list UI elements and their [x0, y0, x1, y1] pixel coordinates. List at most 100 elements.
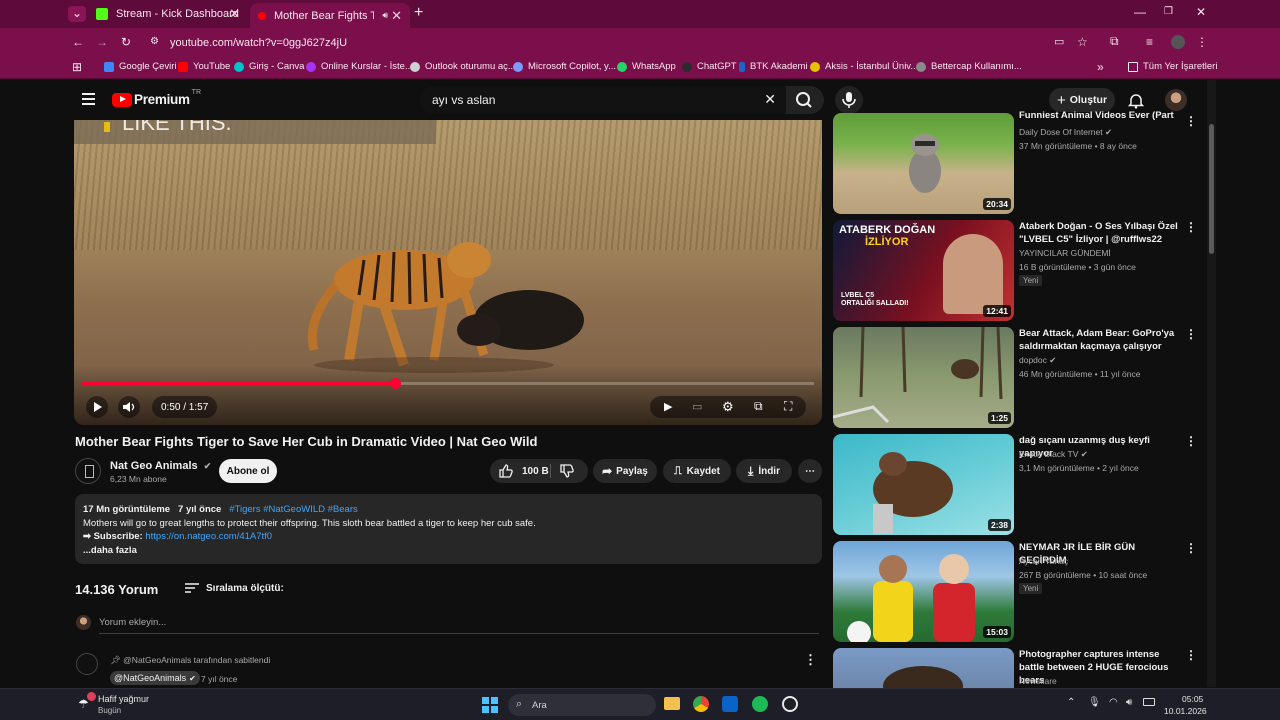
chrome-menu-icon[interactable]: ⋮ [1196, 35, 1208, 49]
close-icon[interactable]: ✕ [229, 6, 240, 22]
more-vert-icon[interactable]: ⋮ [1185, 114, 1197, 128]
channel-avatar[interactable] [75, 458, 101, 484]
recommendation-channel[interactable]: Exotic Black TV ✔ [1019, 449, 1088, 460]
back-icon[interactable]: ← [72, 35, 84, 49]
show-more-link[interactable]: ...daha fazla [83, 544, 814, 558]
windows-start-icon[interactable] [482, 697, 498, 713]
restore-icon[interactable]: ❐ [1164, 6, 1173, 17]
app-taskbar-icon[interactable] [782, 696, 798, 712]
close-icon[interactable]: ✕ [391, 8, 402, 24]
comment-author-avatar[interactable] [76, 653, 98, 675]
bookmark-google-translate[interactable]: Google Çeviri [104, 61, 177, 72]
more-vert-icon[interactable]: ⋮ [1185, 220, 1197, 234]
share-button[interactable]: ➦ Paylaş [593, 459, 657, 483]
progress-scrubber-handle[interactable] [389, 378, 401, 389]
sort-comments-button[interactable]: Sıralama ölçütü: [184, 582, 284, 594]
outlook-taskbar-icon[interactable] [722, 696, 738, 712]
recommendation-channel[interactable]: YAYINCILAR GÜNDEMİ [1019, 248, 1111, 258]
tray-overflow-icon[interactable]: ⌃ [1067, 697, 1075, 708]
scrollbar-thumb[interactable] [1209, 124, 1214, 254]
window-close-icon[interactable]: ✕ [1196, 5, 1206, 19]
wifi-icon[interactable]: ◠ [1109, 697, 1118, 708]
reload-icon[interactable]: ↻ [121, 35, 131, 49]
all-bookmarks-folder[interactable]: Tüm Yer İşaretleri [1128, 61, 1217, 72]
autoplay-toggle-icon[interactable]: ▶︎ [664, 400, 672, 413]
tab-youtube-video[interactable]: Mother Bear Fights Tiger to 🔊︎ ✕ [250, 3, 410, 28]
video-player[interactable]: LIKE THIS. 0:50 / 1:57 ▶︎ ▭ ⚙ ⧉ ⛶ [74, 120, 822, 425]
recommendation-channel[interactable]: Newsflare [1019, 676, 1057, 686]
bookmark-canva[interactable]: Giriş - Canva [234, 61, 304, 72]
bookmark-star-icon[interactable]: ☆ [1077, 35, 1088, 49]
recommendation-title[interactable]: Funniest Animal Videos Ever (Part 1) [1019, 109, 1179, 121]
recommendation-channel[interactable]: Aycan Yanaç [1019, 556, 1068, 566]
more-vert-icon[interactable]: ⋮ [1185, 327, 1197, 341]
search-input[interactable]: ayı vs aslan ✕ [420, 86, 790, 114]
subscribe-button[interactable]: Abone ol [219, 459, 277, 483]
recommendation-title[interactable]: Bear Attack, Adam Bear: GoPro'ya saldırm… [1019, 327, 1179, 353]
account-avatar[interactable] [1165, 89, 1187, 111]
forward-icon[interactable]: → [96, 35, 108, 49]
recommendation-channel[interactable]: dopdoc ✔ [1019, 355, 1056, 366]
settings-gear-icon[interactable]: ⚙ [722, 399, 734, 415]
mic-tray-icon[interactable]: 🎙︎ [1088, 697, 1101, 708]
bookmark-youtube[interactable]: YouTube [178, 61, 230, 72]
channel-name[interactable]: Nat Geo Animals ✔ [110, 460, 211, 472]
comment-author-chip[interactable]: @NatGeoAnimals ✔ [110, 671, 200, 685]
extensions-icon[interactable]: ⧉ [1110, 34, 1119, 49]
subtitles-icon[interactable]: ▭ [692, 400, 702, 413]
recommendation-item[interactable]: 15:03 NEYMAR JR İLE BİR GÜN GEÇİRDİM Ayc… [833, 541, 1203, 642]
recommendation-item[interactable]: Photographer captures intense battle bet… [833, 648, 1203, 688]
hashtags[interactable]: #Tigers #NatGeoWILD #Bears [229, 504, 357, 515]
bookmark-btk[interactable]: BTK Akademi [739, 61, 808, 72]
like-button[interactable]: 100 B [498, 463, 549, 479]
site-info-icon[interactable]: ⚙ [150, 36, 159, 47]
tab-kick-dashboard[interactable]: Stream - Kick Dashboard ✕ [88, 3, 248, 25]
thumbs-down-icon[interactable] [559, 463, 575, 479]
recommendation-item[interactable]: 20:34 Funniest Animal Videos Ever (Part … [833, 110, 1203, 214]
more-actions-button[interactable]: ⋯ [798, 459, 822, 483]
youtube-premium-logo[interactable]: Premium TR [112, 89, 201, 107]
battery-icon[interactable] [1143, 698, 1155, 706]
comment-more-icon[interactable]: ⋮ [804, 652, 817, 668]
bookmarks-overflow-icon[interactable]: » [1097, 60, 1104, 74]
bookmark-aksis[interactable]: Aksis - İstanbul Üniv... [810, 61, 918, 72]
description-box[interactable]: 17 Mn görüntüleme 7 yıl önce #Tigers #Na… [75, 494, 822, 564]
apps-grid-icon[interactable]: ⊞ [72, 60, 82, 74]
profile-avatar[interactable] [1171, 35, 1185, 49]
tab-search-icon[interactable]: ⌄ [68, 6, 86, 22]
speaker-icon[interactable]: 🔊︎ [382, 10, 388, 21]
video-thumbnail[interactable] [833, 648, 1014, 688]
minimize-icon[interactable]: — [1134, 5, 1146, 19]
download-button[interactable]: ⤓ İndir [736, 459, 792, 483]
recommendation-channel[interactable]: Daily Dose Of Internet ✔ [1019, 127, 1112, 138]
address-bar[interactable]: youtube.com/watch?v=0ggJ627z4jU [162, 33, 1062, 53]
taskbar-search[interactable]: ⌕ Ara [508, 694, 656, 716]
recommendation-item[interactable]: 2:38 dağ sıçanı uzanmış duş keyfi yapıyo… [833, 434, 1203, 535]
play-button[interactable] [86, 396, 108, 418]
recommendation-title[interactable]: Ataberk Doğan - O Ses Yılbaşı Özel "LVBE… [1019, 220, 1179, 246]
search-button[interactable] [786, 86, 824, 114]
hamburger-menu-icon[interactable] [82, 93, 95, 105]
bookmark-online-courses[interactable]: Online Kurslar - İste... [306, 61, 413, 72]
recommendation-item[interactable]: 1:25 Bear Attack, Adam Bear: GoPro'ya sa… [833, 327, 1203, 428]
bookmark-whatsapp[interactable]: WhatsApp [617, 61, 676, 72]
clear-search-icon[interactable]: ✕ [764, 91, 776, 108]
fullscreen-icon[interactable]: ⛶ [784, 399, 792, 414]
subscribe-link[interactable]: https://on.natgeo.com/41A7tf0 [145, 531, 272, 542]
bookmark-bettercap[interactable]: Bettercap Kullanımı... [916, 61, 1022, 72]
cast-icon[interactable]: ▭ [1054, 35, 1064, 48]
recommendation-item[interactable]: ATABERK DOĞAN İZLİYOR LVBEL C5 ORTALIĞI … [833, 220, 1203, 321]
new-tab-icon[interactable]: + [414, 4, 423, 22]
more-vert-icon[interactable]: ⋮ [1185, 648, 1197, 662]
video-thumbnail[interactable]: 15:03 [833, 541, 1014, 642]
mute-button[interactable] [118, 396, 140, 418]
file-explorer-icon[interactable] [664, 697, 680, 710]
chrome-taskbar-icon[interactable] [693, 696, 709, 712]
miniplayer-icon[interactable]: ⧉ [754, 399, 763, 414]
add-comment-input[interactable]: Yorum ekleyin... [99, 617, 166, 628]
bookmark-outlook[interactable]: Outlook oturumu aç... [410, 61, 516, 72]
save-button[interactable]: ⎍ Kaydet [663, 459, 731, 483]
video-thumbnail[interactable]: 1:25 [833, 327, 1014, 428]
video-thumbnail[interactable]: ATABERK DOĞAN İZLİYOR LVBEL C5 ORTALIĞI … [833, 220, 1014, 321]
more-vert-icon[interactable]: ⋮ [1185, 434, 1197, 448]
